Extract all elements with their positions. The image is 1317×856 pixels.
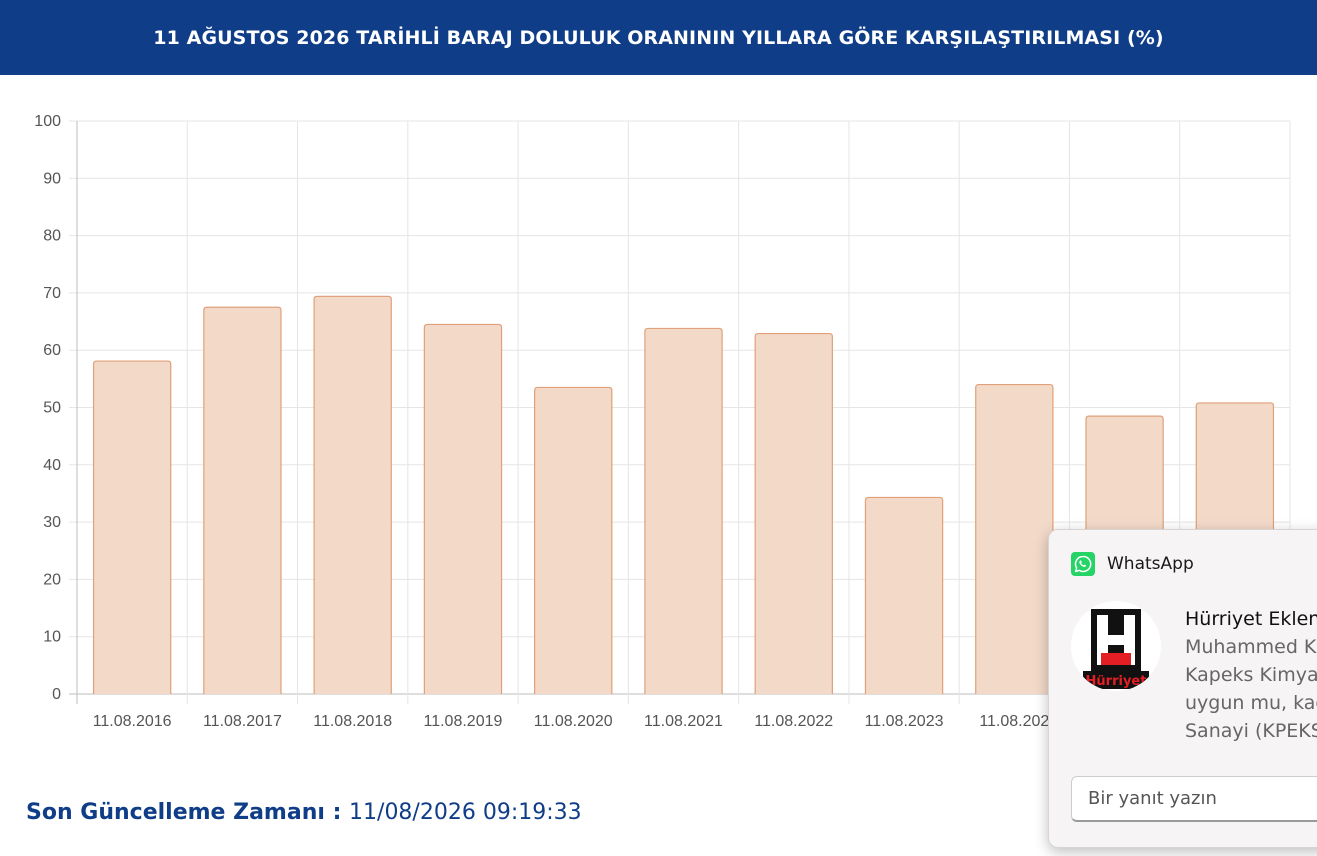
x-tick-label: 11.08.2020 [534, 713, 613, 730]
notification-app-name: WhatsApp [1107, 554, 1194, 574]
y-tick-label: 80 [43, 228, 61, 245]
bar [754, 332, 833, 694]
x-tick-label: 11.08.2019 [424, 713, 503, 730]
bar [864, 496, 944, 694]
reply-input[interactable] [1071, 776, 1317, 822]
last-update-label: Son Güncelleme Zamanı [26, 800, 325, 825]
bar [92, 360, 172, 694]
notification-sender: Hürriyet Eklend [1185, 608, 1317, 630]
x-tick-label: 11.08.2023 [865, 713, 944, 730]
bar [203, 306, 282, 694]
hurriyet-logo: Hürriyet [1083, 609, 1149, 689]
whatsapp-icon [1071, 552, 1095, 576]
y-tick-label: 30 [43, 514, 61, 531]
x-tick-label: 11.08.2016 [93, 713, 172, 730]
bar [534, 386, 613, 694]
page-header: 11 AĞUSTOS 2026 TARİHLİ BARAJ DOLULUK OR… [0, 0, 1317, 75]
notification-line: uygun mu, kaç [1185, 692, 1317, 714]
x-tick-label: 11.08.2022 [754, 713, 833, 730]
y-tick-label: 60 [43, 342, 61, 359]
y-tick-label: 40 [43, 457, 61, 474]
bar [975, 383, 1054, 694]
sender-avatar: Hürriyet [1071, 601, 1161, 691]
y-tick-label: 100 [34, 113, 61, 130]
y-tick-label: 90 [43, 170, 61, 187]
page-title: 11 AĞUSTOS 2026 TARİHLİ BARAJ DOLULUK OR… [153, 26, 1164, 49]
bar [313, 295, 392, 694]
bar [644, 327, 723, 694]
y-tick-label: 0 [52, 686, 61, 703]
x-tick-label: 11.08.202 [979, 713, 1049, 730]
y-tick-label: 50 [43, 400, 61, 417]
y-tick-label: 20 [43, 571, 61, 588]
x-tick-label: 11.08.2017 [203, 713, 282, 730]
x-tick-label: 11.08.2018 [313, 713, 392, 730]
notification-line: Kapeks Kimya [1185, 664, 1317, 686]
last-update-value: 11/08/2026 09:19:33 [349, 800, 582, 825]
last-update: Son Güncelleme Zamanı : 11/08/2026 09:19… [26, 800, 582, 825]
notification-line: Muhammed K [1185, 636, 1317, 658]
whatsapp-notification[interactable]: WhatsApp Hürriyet Hürriyet Eklend Muhamm… [1048, 529, 1317, 848]
y-tick-label: 70 [43, 285, 61, 302]
last-update-separator: : [324, 800, 350, 825]
bar [423, 323, 503, 694]
x-tick-label: 11.08.2021 [644, 713, 723, 730]
notification-app-header: WhatsApp [1071, 552, 1194, 576]
avatar-logo-text: Hürriyet [1086, 674, 1147, 689]
notification-line: Sanayi (KPEKS) [1185, 720, 1317, 742]
y-tick-label: 10 [43, 629, 61, 646]
